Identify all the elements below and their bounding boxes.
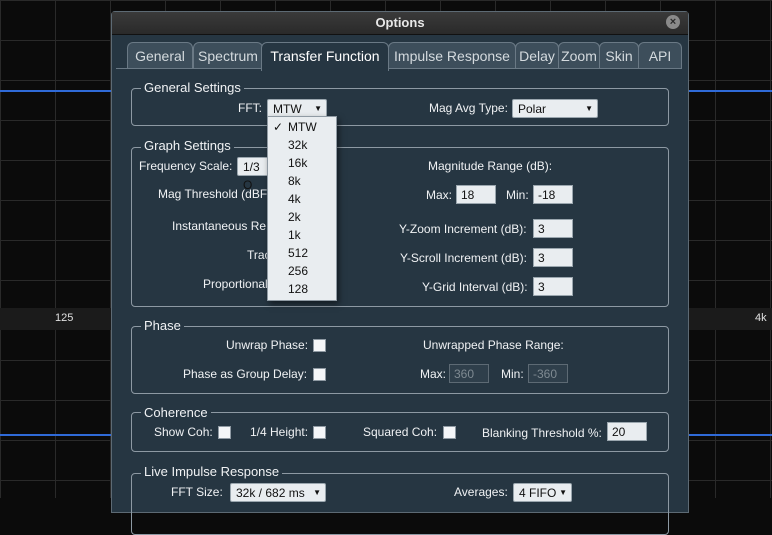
- show-coh-checkbox[interactable]: [218, 426, 231, 439]
- fft-option-32k[interactable]: 32k: [268, 136, 336, 154]
- fft-dropdown-menu: ✓ MTW 32k 16k 8k 4k 2k 1k 512 256 128: [267, 116, 337, 301]
- yscroll-label: Y-Scroll Increment (dB):: [400, 251, 527, 265]
- chevron-down-icon: ▼: [559, 488, 567, 497]
- fft-size-select[interactable]: 32k / 682 ms ▼: [230, 483, 326, 502]
- blanking-threshold-input[interactable]: 20: [607, 422, 647, 441]
- ygrid-input[interactable]: 3: [533, 277, 573, 296]
- mag-min-input[interactable]: -18: [533, 185, 573, 204]
- tab-transfer-function[interactable]: Transfer Function: [261, 42, 389, 71]
- tab-general[interactable]: General: [127, 42, 193, 69]
- yzoom-label: Y-Zoom Increment (dB):: [399, 222, 527, 236]
- fft-select-value: MTW: [273, 102, 302, 116]
- tab-impulse-response[interactable]: Impulse Response: [388, 42, 516, 69]
- unwrap-phase-checkbox[interactable]: [313, 339, 326, 352]
- fft-option-1k[interactable]: 1k: [268, 226, 336, 244]
- tab-zoom[interactable]: Zoom: [558, 42, 600, 69]
- fft-option-2k[interactable]: 2k: [268, 208, 336, 226]
- fft-option-mtw[interactable]: ✓ MTW: [268, 118, 336, 136]
- chevron-down-icon: ▼: [585, 104, 593, 113]
- fft-option-128[interactable]: 128: [268, 280, 336, 298]
- unwrap-phase-label: Unwrap Phase:: [226, 338, 309, 352]
- frequency-scale-select[interactable]: 1/3 O: [237, 157, 271, 192]
- dialog-title: Options: [375, 15, 425, 30]
- tab-api[interactable]: API: [638, 42, 682, 69]
- fft-label: FFT:: [238, 101, 262, 115]
- frequency-scale-label: Frequency Scale:: [139, 159, 233, 173]
- show-coh-label: Show Coh:: [154, 425, 213, 439]
- group-delay-checkbox[interactable]: [313, 368, 326, 381]
- squared-coh-checkbox[interactable]: [443, 426, 456, 439]
- ygrid-label: Y-Grid Interval (dB):: [422, 280, 528, 294]
- general-settings-title: General Settings: [141, 80, 244, 95]
- fft-option-16k[interactable]: 16k: [268, 154, 336, 172]
- fft-option-4k[interactable]: 4k: [268, 190, 336, 208]
- fft-size-label: FFT Size:: [171, 485, 223, 499]
- quarter-height-label: 1/4 Height:: [250, 425, 309, 439]
- averages-select[interactable]: 4 FIFO ▼: [513, 483, 572, 502]
- axis-label-125: 125: [55, 312, 74, 324]
- mag-avg-label: Mag Avg Type:: [429, 101, 508, 115]
- mag-max-label: Max:: [426, 188, 453, 202]
- dialog-titlebar[interactable]: Options ×: [112, 12, 688, 35]
- mag-avg-select[interactable]: Polar ▼: [512, 99, 598, 118]
- magnitude-range-label: Magnitude Range (dB):: [428, 159, 553, 173]
- graph-settings-title: Graph Settings: [141, 138, 234, 153]
- quarter-height-checkbox[interactable]: [313, 426, 326, 439]
- group-delay-label: Phase as Group Delay:: [183, 367, 308, 381]
- live-ir-group: [131, 473, 669, 535]
- checkmark-icon: ✓: [273, 120, 284, 134]
- mag-threshold-label: Mag Threshold (dBF: [158, 187, 268, 201]
- tab-content: General Settings FFT: MTW ▼ Mag Avg Type:…: [116, 68, 682, 535]
- tab-delay[interactable]: Delay: [515, 42, 559, 69]
- averages-label: Averages:: [454, 485, 508, 499]
- phase-max-label: Max:: [420, 367, 447, 381]
- tab-spectrum[interactable]: Spectrum: [193, 42, 263, 69]
- fft-option-256[interactable]: 256: [268, 262, 336, 280]
- phase-max-input[interactable]: 360: [449, 364, 489, 383]
- unwrapped-range-label: Unwrapped Phase Range:: [423, 338, 564, 352]
- proportional-label: Proportional: [203, 277, 268, 291]
- mag-max-input[interactable]: 18: [456, 185, 496, 204]
- options-dialog: Options × General Spectrum Transfer Func…: [111, 11, 689, 535]
- fft-option-512[interactable]: 512: [268, 244, 336, 262]
- phase-min-input[interactable]: -360: [528, 364, 568, 383]
- yzoom-input[interactable]: 3: [533, 219, 573, 238]
- close-icon[interactable]: ×: [666, 15, 680, 29]
- chevron-down-icon: ▼: [313, 488, 321, 497]
- squared-coh-label: Squared Coh:: [363, 425, 438, 439]
- instantaneous-label: Instantaneous Re: [172, 219, 267, 233]
- blanking-threshold-label: Blanking Threshold %:: [482, 426, 602, 440]
- phase-min-label: Min:: [501, 367, 524, 381]
- mag-avg-select-value: Polar: [518, 102, 547, 116]
- phase-title: Phase: [141, 318, 184, 333]
- phase-group: [131, 326, 669, 394]
- tab-skin[interactable]: Skin: [599, 42, 639, 69]
- fft-option-8k[interactable]: 8k: [268, 172, 336, 190]
- axis-label-4k: 4k: [755, 312, 767, 324]
- mag-min-label: Min:: [506, 188, 529, 202]
- coherence-title: Coherence: [141, 405, 211, 420]
- live-ir-title: Live Impulse Response: [141, 464, 283, 479]
- yscroll-input[interactable]: 3: [533, 248, 573, 267]
